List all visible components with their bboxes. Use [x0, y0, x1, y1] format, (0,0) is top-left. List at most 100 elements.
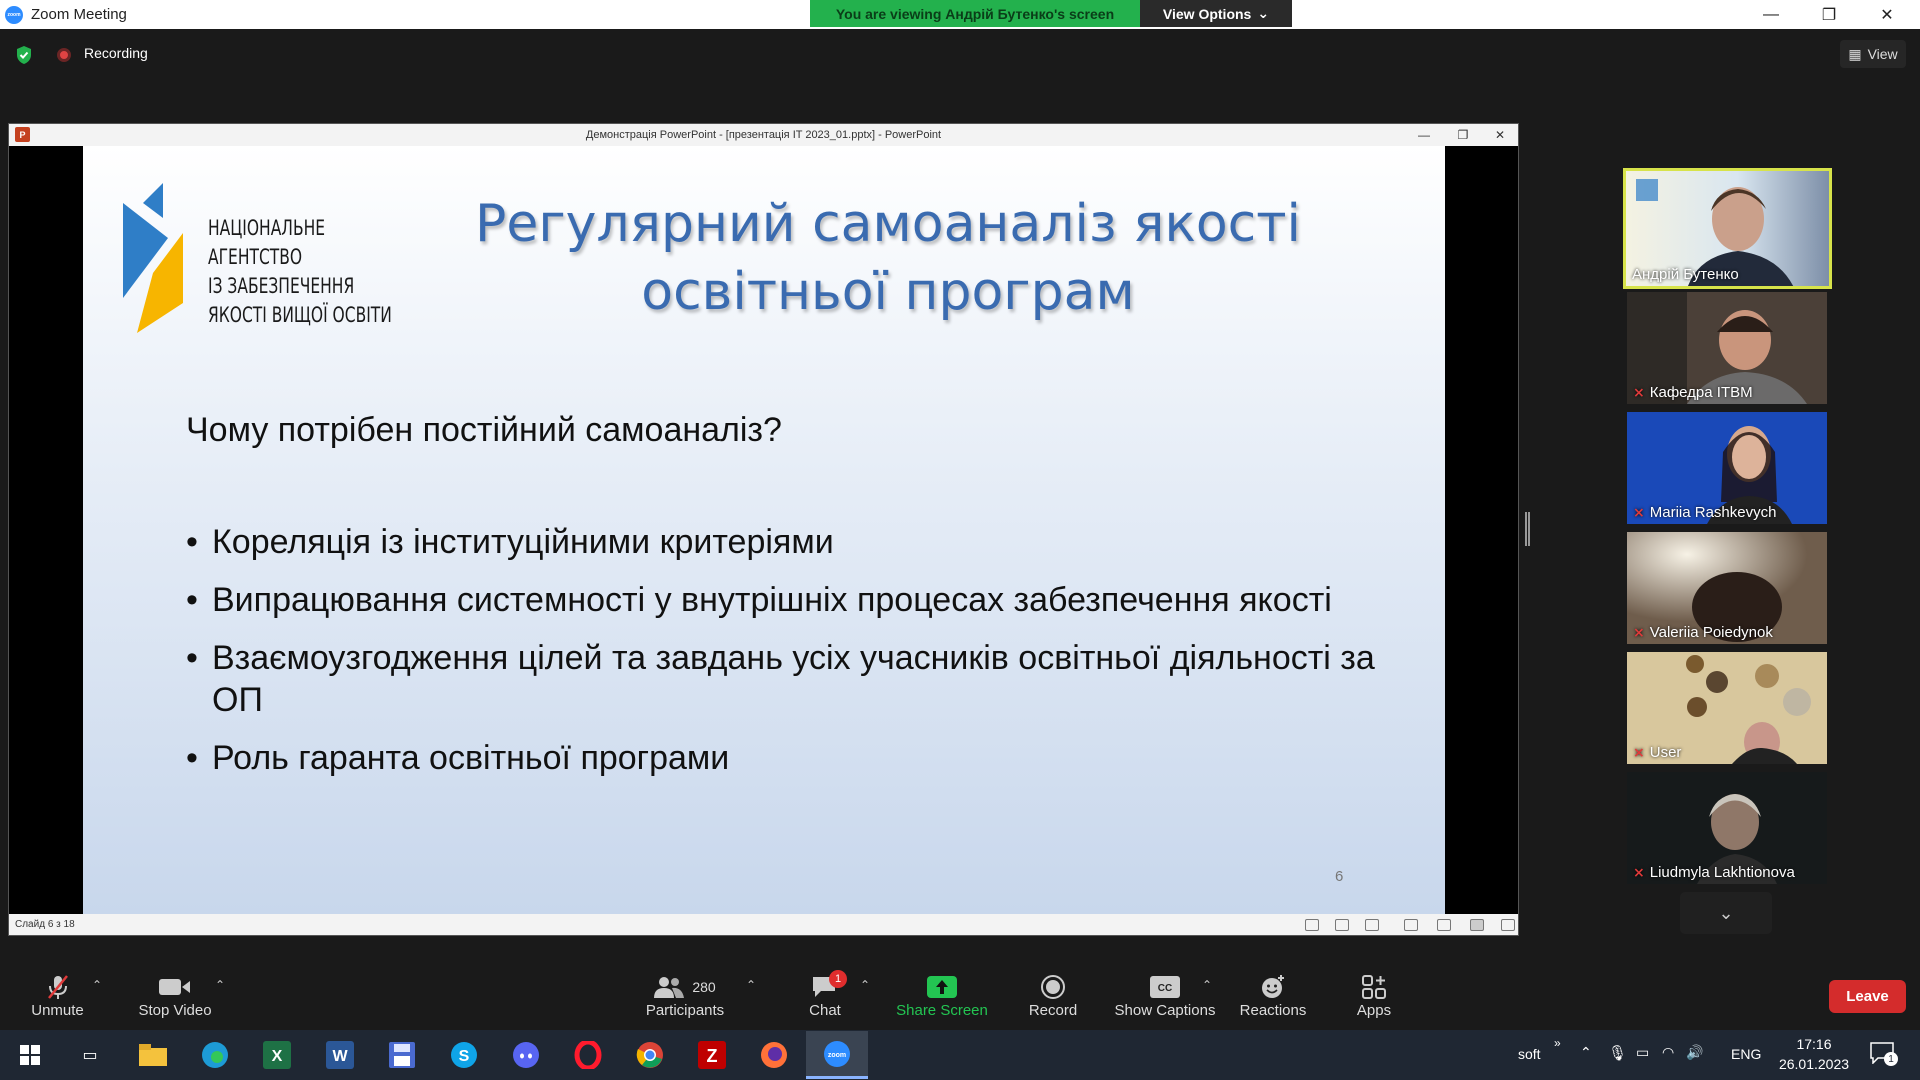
- svg-text:W: W: [332, 1048, 348, 1065]
- view-label: View: [1867, 46, 1898, 62]
- wifi-icon[interactable]: ◠: [1662, 1044, 1674, 1061]
- file-explorer-icon[interactable]: [133, 1035, 173, 1075]
- audio-options-caret-icon[interactable]: ⌃: [92, 978, 102, 992]
- slideshow-icon: [1501, 919, 1515, 931]
- participants-count: 280: [692, 978, 716, 995]
- edge-browser-icon[interactable]: [195, 1035, 235, 1075]
- participant-name-text: Андрій Бутенко: [1632, 266, 1739, 283]
- close-icon[interactable]: ✕: [1864, 0, 1910, 29]
- participant-tile[interactable]: ⨯ User: [1627, 652, 1827, 764]
- minimize-icon[interactable]: —: [1748, 0, 1794, 29]
- show-captions-button[interactable]: CC Show Captions: [1110, 960, 1220, 1030]
- chat-button[interactable]: 1 Chat: [795, 960, 855, 1030]
- skype-icon[interactable]: S: [444, 1035, 484, 1075]
- next-slide-icon: [1365, 919, 1379, 931]
- participant-name: ⨯ Mariia Rashkevych: [1633, 504, 1776, 521]
- chevron-down-icon: ⌄: [1257, 5, 1270, 21]
- excel-icon[interactable]: X: [257, 1035, 297, 1075]
- apps-icon: [1362, 972, 1386, 1002]
- gallery-scroll-down-button[interactable]: ⌄: [1680, 892, 1772, 934]
- apps-label: Apps: [1356, 1001, 1392, 1019]
- clock[interactable]: 17:16 26.01.2023: [1772, 1034, 1856, 1074]
- view-options-label: View Options: [1162, 5, 1252, 22]
- chrome-icon[interactable]: [630, 1035, 670, 1075]
- record-button[interactable]: Record: [1020, 960, 1086, 1030]
- restore-icon[interactable]: ❐: [1806, 0, 1852, 29]
- participant-tile[interactable]: ⨯ Кафедра ІТВМ: [1627, 292, 1827, 404]
- chat-badge: 1: [829, 969, 847, 988]
- chat-caret-icon[interactable]: ⌃: [860, 978, 870, 992]
- show-hidden-icons-icon[interactable]: ⌃: [1580, 1044, 1592, 1061]
- volume-icon[interactable]: 🔊: [1686, 1044, 1703, 1061]
- ppt-restore-icon: ❐: [1457, 128, 1469, 142]
- security-shield-icon[interactable]: [15, 45, 33, 65]
- grid-icon: ▦: [1848, 45, 1862, 62]
- agency-name-line: ІЗ ЗАБЕЗПЕЧЕННЯ: [208, 274, 355, 298]
- participant-name: ⨯ Liudmyla Lakhtionova: [1633, 864, 1795, 881]
- language-indicator[interactable]: ENG: [1731, 1046, 1761, 1062]
- firefox-icon[interactable]: [754, 1035, 794, 1075]
- unmute-label: Unmute: [31, 1001, 84, 1019]
- discord-icon[interactable]: [506, 1035, 546, 1075]
- leave-button[interactable]: Leave: [1829, 980, 1906, 1013]
- slide-question: Чому потрібен постійний самоаналіз?: [186, 411, 782, 449]
- window-title: Zoom Meeting: [31, 6, 127, 23]
- slide-bullets: Кореляція із інституційними критеріями В…: [186, 521, 1386, 795]
- tray-expand-icon[interactable]: »: [1554, 1036, 1561, 1050]
- captions-icon: CC: [1150, 972, 1180, 1002]
- recording-icon: [57, 48, 71, 62]
- word-icon[interactable]: W: [320, 1035, 360, 1075]
- record-icon: [1040, 972, 1066, 1002]
- participants-caret-icon[interactable]: ⌃: [746, 978, 756, 992]
- zoom-taskbar-icon[interactable]: zoom: [806, 1031, 868, 1079]
- view-layout-button[interactable]: ▦ View: [1840, 40, 1906, 68]
- notification-center-icon[interactable]: 1: [1870, 1042, 1898, 1068]
- ppt-window-title: Демонстрація PowerPoint - [презентація I…: [585, 129, 942, 141]
- agency-name: НАЦІОНАЛЬНЕ АГЕНТСТВО ІЗ ЗАБЕЗПЕЧЕННЯ ЯК…: [208, 214, 392, 330]
- naqa-logo-icon: [123, 183, 183, 333]
- captions-caret-icon[interactable]: ⌃: [1202, 978, 1212, 992]
- svg-text:zoom: zoom: [828, 1052, 846, 1059]
- ppt-title-bar: P Демонстрація PowerPoint - [презентація…: [9, 124, 1518, 146]
- panel-resize-handle[interactable]: [1525, 512, 1530, 546]
- participants-button[interactable]: 280 Participants: [640, 960, 730, 1030]
- chevron-down-icon: ⌄: [1718, 902, 1734, 923]
- muted-microphone-icon: [46, 972, 70, 1002]
- task-view-icon[interactable]: ▭: [70, 1035, 110, 1075]
- slide-counter: Слайд 6 з 18: [15, 919, 75, 930]
- share-screen-button[interactable]: Share Screen: [895, 960, 989, 1030]
- slide-title-line: Регулярний самоаналіз якості: [474, 194, 1301, 254]
- save-app-icon[interactable]: [382, 1035, 422, 1075]
- video-options-caret-icon[interactable]: ⌃: [215, 978, 225, 992]
- participant-tile[interactable]: ⨯ Liudmyla Lakhtionova: [1627, 772, 1827, 884]
- svg-text:X: X: [272, 1048, 283, 1065]
- shared-powerpoint-window: P Демонстрація PowerPoint - [презентація…: [8, 123, 1519, 936]
- participant-name: ⨯ Valeriia Poiedynok: [1633, 624, 1773, 641]
- reactions-button[interactable]: Reactions: [1235, 960, 1311, 1030]
- stop-video-label: Stop Video: [138, 1001, 212, 1019]
- participant-tile[interactable]: Андрій Бутенко: [1623, 168, 1832, 289]
- slide-title-line: освітньої програм: [641, 262, 1135, 322]
- participant-tile[interactable]: ⨯ Mariia Rashkevych: [1627, 412, 1827, 524]
- svg-text:CC: CC: [1158, 983, 1172, 994]
- show-captions-label: Show Captions: [1114, 1001, 1216, 1019]
- participant-name: Андрій Бутенко: [1632, 266, 1739, 283]
- agency-name-line: ЯКОСТІ ВИЩОЇ ОСВІТИ: [208, 303, 392, 327]
- notes-icon: [1335, 919, 1349, 931]
- participant-tile[interactable]: ⨯ Valeriia Poiedynok: [1627, 532, 1827, 644]
- bullet-item: Роль гаранта освітньої програми: [186, 737, 1386, 779]
- windows-start-icon[interactable]: [10, 1035, 50, 1075]
- svg-text:S: S: [459, 1048, 470, 1065]
- unmute-button[interactable]: Unmute: [20, 960, 95, 1030]
- filezilla-icon[interactable]: Z: [692, 1035, 732, 1075]
- microphone-tray-icon[interactable]: 🎙: [1608, 1044, 1627, 1062]
- participant-name: ⨯ User: [1633, 744, 1681, 761]
- powerpoint-icon: P: [15, 127, 30, 142]
- ppt-status-bar: Слайд 6 з 18: [9, 914, 1518, 935]
- battery-icon[interactable]: ▭: [1636, 1044, 1649, 1061]
- bullet-item: Випрацювання системності у внутрішніх пр…: [186, 579, 1386, 621]
- apps-button[interactable]: Apps: [1350, 960, 1398, 1030]
- view-options-button[interactable]: View Options ⌄: [1140, 0, 1292, 27]
- stop-video-button[interactable]: Stop Video: [130, 960, 220, 1030]
- opera-icon[interactable]: [568, 1035, 608, 1075]
